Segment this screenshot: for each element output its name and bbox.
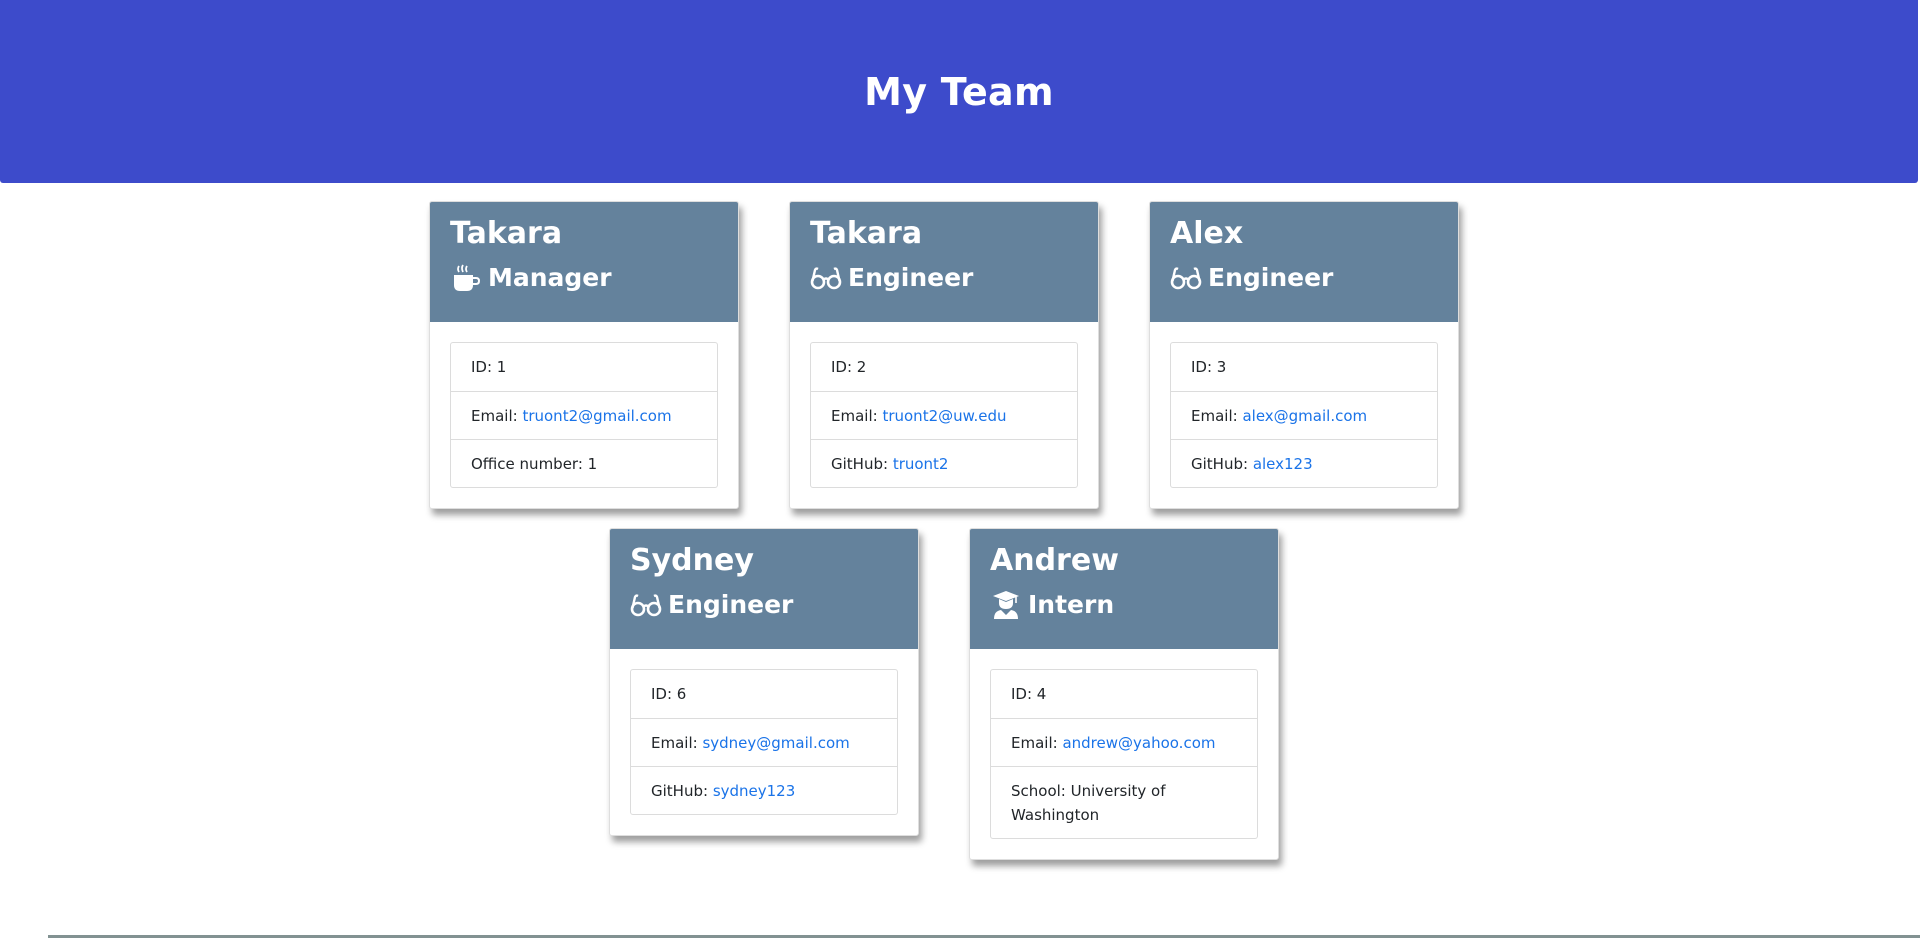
list-item-school: School: University of Washington (991, 766, 1257, 838)
github-link[interactable]: sydney123 (713, 782, 795, 800)
info-list: ID: 3 Email: alex@gmail.com GitHub: alex… (1170, 342, 1438, 488)
employee-card: Alex Engineer ID: 3 Email: alex@gmail.co… (1149, 201, 1459, 509)
card-body: ID: 6 Email: sydney@gmail.com GitHub: sy… (610, 649, 918, 835)
id-value: 1 (496, 358, 507, 376)
list-item-email: Email: alex@gmail.com (1171, 391, 1437, 439)
card-body: ID: 1 Email: truont2@gmail.com Office nu… (430, 322, 738, 508)
school-text: School: University of Washington (1011, 781, 1166, 824)
github-link[interactable]: truont2 (893, 455, 949, 473)
employee-name: Takara (810, 216, 923, 251)
glasses-icon (630, 589, 662, 621)
employee-role: Engineer (1170, 262, 1438, 294)
list-item-github: GitHub: truont2 (811, 439, 1077, 487)
employee-name: Alex (1170, 216, 1244, 251)
list-item-id: ID: 4 (1011, 685, 1047, 703)
id-value: 6 (676, 685, 687, 703)
list-item-id: ID: 2 (831, 358, 867, 376)
glasses-icon (810, 262, 842, 294)
employee-role: Engineer (810, 262, 1078, 294)
card-header: Andrew Intern (970, 529, 1278, 649)
role-label: Manager (488, 263, 612, 292)
page-title: My Team (864, 69, 1054, 114)
github-link[interactable]: alex123 (1253, 455, 1313, 473)
list-item-email: Email: truont2@gmail.com (451, 391, 717, 439)
role-label: Engineer (848, 263, 974, 292)
email-link[interactable]: sydney@gmail.com (702, 734, 849, 752)
info-list: ID: 2 Email: truont2@uw.edu GitHub: truo… (810, 342, 1078, 488)
id-value: 4 (1036, 685, 1047, 703)
info-list: ID: 4 Email: andrew@yahoo.com School: Un… (990, 669, 1258, 839)
id-value: 2 (856, 358, 867, 376)
employee-card: Andrew Intern ID: 4 Email: andrew@yahoo.… (969, 528, 1279, 860)
employee-role: Manager (450, 262, 718, 294)
card-header: Takara Engineer (790, 202, 1098, 322)
graduate-icon (990, 589, 1022, 621)
card-body: ID: 2 Email: truont2@uw.edu GitHub: truo… (790, 322, 1098, 508)
employee-name: Takara (450, 216, 563, 251)
employee-role: Engineer (630, 589, 898, 621)
list-item-github: GitHub: alex123 (1171, 439, 1437, 487)
role-label: Intern (1028, 590, 1115, 619)
list-item-id: ID: 3 (1191, 358, 1227, 376)
email-link[interactable]: alex@gmail.com (1242, 407, 1367, 425)
employee-card: Takara Manager ID: 1 Email: truont2@gmai… (429, 201, 739, 509)
employee-card: Takara Engineer ID: 2 Email: truont2@uw.… (789, 201, 1099, 509)
email-link[interactable]: andrew@yahoo.com (1062, 734, 1215, 752)
card-header: Takara Manager (430, 202, 738, 322)
info-list: ID: 6 Email: sydney@gmail.com GitHub: sy… (630, 669, 898, 815)
email-link[interactable]: truont2@uw.edu (882, 407, 1006, 425)
list-item-office: Office number: 1 (451, 439, 717, 487)
info-list: ID: 1 Email: truont2@gmail.com Office nu… (450, 342, 718, 488)
employee-card: Sydney Engineer ID: 6 Email: sydney@gmai… (609, 528, 919, 836)
list-item-id: ID: 6 (651, 685, 687, 703)
role-label: Engineer (668, 590, 794, 619)
id-value: 3 (1216, 358, 1227, 376)
coffee-icon (450, 262, 482, 294)
employee-name: Sydney (630, 543, 754, 578)
card-header: Sydney Engineer (610, 529, 918, 649)
role-label: Engineer (1208, 263, 1334, 292)
list-item-email: Email: sydney@gmail.com (631, 718, 897, 766)
employee-role: Intern (990, 589, 1258, 621)
card-body: ID: 4 Email: andrew@yahoo.com School: Un… (970, 649, 1278, 859)
list-item-id: ID: 1 (471, 358, 507, 376)
employee-name: Andrew (990, 543, 1119, 578)
list-item-email: Email: truont2@uw.edu (811, 391, 1077, 439)
list-item-email: Email: andrew@yahoo.com (991, 718, 1257, 766)
glasses-icon (1170, 262, 1202, 294)
card-body: ID: 3 Email: alex@gmail.com GitHub: alex… (1150, 322, 1458, 508)
page-header: My Team (0, 0, 1918, 183)
email-link[interactable]: truont2@gmail.com (522, 407, 671, 425)
office-number-value: 1 (587, 454, 598, 473)
card-header: Alex Engineer (1150, 202, 1458, 322)
list-item-github: GitHub: sydney123 (631, 766, 897, 814)
